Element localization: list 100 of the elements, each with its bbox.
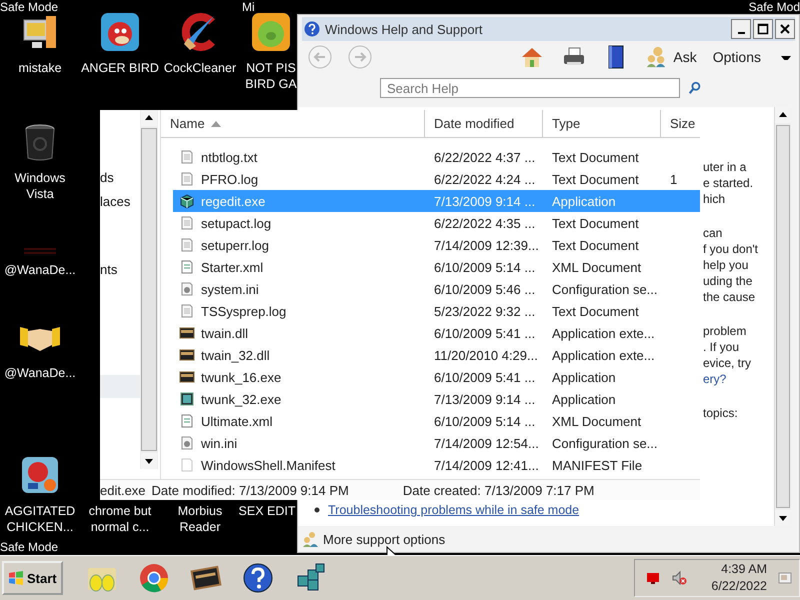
file-name: win.ini: [201, 436, 238, 450]
safe-mode-label: Safe Mode: [0, 540, 58, 554]
help-text: evice, try: [703, 355, 752, 371]
type-cell-text: Configuration se...: [551, 282, 659, 296]
file-row[interactable]: setuperr.log 7/14/2009 12:39... Text Document: [173, 234, 700, 256]
file-name: PFRO.log: [201, 172, 258, 186]
file-row[interactable]: TSSysprep.log 5/23/2022 9:32 ... Text Document: [173, 300, 700, 322]
desktop-icon-label[interactable]: ANGER BIRD: [81, 60, 159, 76]
date-cell-text: 7/13/2009 9:14 ...: [433, 194, 536, 208]
nav-item[interactable]: ds: [100, 170, 114, 185]
more-support-button[interactable]: More support options: [302, 531, 446, 547]
minimize-icon: [738, 32, 744, 34]
date-cell-text: 5/23/2022 9:32 ...: [433, 304, 536, 318]
help-text: problem: [703, 323, 748, 339]
settings-file-icon: [179, 435, 195, 451]
help-link[interactable]: ery?: [703, 371, 758, 387]
nav-item-highlight: [100, 375, 140, 398]
registry-cube-icon: [179, 193, 195, 209]
clock-date[interactable]: 6/22/2022: [711, 578, 767, 595]
help-text: e started.: [703, 175, 754, 191]
nav-item[interactable]: laces: [100, 194, 130, 209]
file-row[interactable]: twain.dll 6/10/2009 5:41 ... Application exte...: [173, 322, 700, 344]
file-row[interactable]: twain_32.dll 11/20/2010 4:29... Application exte...: [173, 344, 700, 366]
file-row[interactable]: ntbtlog.txt 6/22/2022 4:37 ... Text Document: [173, 146, 700, 168]
maximize-button[interactable]: [753, 19, 773, 39]
pig-icon: [251, 12, 291, 52]
file-name: WindowsShell.Manifest: [201, 458, 336, 472]
people-icon: [645, 46, 668, 68]
file-name: system.ini: [201, 282, 259, 296]
date-cell-text: 6/10/2009 5:14 ...: [433, 260, 536, 274]
search-field[interactable]: Search Help: [380, 78, 680, 98]
type-cell-text: Application exte...: [551, 348, 656, 362]
file-name: edit.exe: [100, 482, 146, 498]
type-cell-text: Text Document: [551, 150, 640, 164]
help-text: uter in a: [703, 159, 748, 175]
ask-button[interactable]: Ask: [645, 46, 697, 68]
help-text: uding the: [703, 273, 754, 289]
document-icon: [179, 413, 195, 429]
close-icon: [778, 22, 792, 36]
nav-item[interactable]: nts: [100, 262, 118, 277]
date-cell-text: 6/22/2022 4:37 ...: [433, 150, 536, 164]
file-row[interactable]: WindowsShell.Manifest 7/14/2009 12:41... MANIFEST File: [173, 454, 700, 476]
file-row[interactable]: win.ini 7/14/2009 12:54... Configuration se...: [173, 432, 700, 454]
speaker-muted-icon[interactable]: [671, 570, 688, 586]
desktop-icon-label[interactable]: @WanaDe...: [4, 262, 76, 278]
desktop-icon-label[interactable]: AGGITATED CHICKEN...: [0, 503, 80, 535]
date-cell-text: 11/20/2010 4:29...: [433, 348, 539, 362]
document-icon: [179, 237, 195, 253]
desktop-icon-label[interactable]: Windows Vista: [0, 170, 80, 202]
document-icon: [179, 457, 195, 473]
date-cell-text: 7/14/2009 12:41...: [433, 458, 540, 472]
desktop-icon-label[interactable]: mistake: [18, 60, 62, 76]
file-row[interactable]: setupact.log 6/22/2022 4:35 ... Text Document: [173, 212, 700, 234]
help-icon: [304, 21, 320, 37]
file-row[interactable]: twunk_32.exe 7/13/2009 9:14 ... Application: [173, 388, 700, 410]
file-name: regedit.exe: [201, 194, 266, 208]
type-cell-text: XML Document: [551, 260, 642, 274]
date-cell-text: 6/10/2009 5:46 ...: [433, 282, 536, 296]
desktop-icon-label[interactable]: Morbius Reader: [160, 503, 240, 535]
safe-mode-label: Safe Mode: [0, 0, 58, 14]
desktop-icon-label[interactable]: chrome but normal c...: [80, 503, 160, 535]
close-button[interactable]: [775, 19, 795, 39]
bird-icon: [100, 12, 140, 52]
file-name: TSSysprep.log: [201, 304, 286, 318]
help-text: can: [703, 225, 724, 241]
file-row[interactable]: Starter.xml 6/10/2009 5:14 ... XML Document: [173, 256, 700, 278]
clock-time[interactable]: 4:39 AM: [721, 561, 767, 578]
troubleshooting-link[interactable]: Troubleshooting problems while in safe mode: [328, 503, 580, 517]
file-name: twunk_16.exe: [201, 370, 282, 384]
date-cell-text: 6/10/2009 5:41 ...: [433, 326, 536, 340]
file-row[interactable]: Ultimate.xml 6/10/2009 5:14 ... XML Document: [173, 410, 700, 432]
date-cell-text: 7/13/2009 9:14 ...: [433, 392, 536, 406]
scroll-up-icon[interactable]: [141, 110, 157, 126]
monitor-icon[interactable]: [645, 570, 662, 586]
document-icon: [179, 303, 195, 319]
file-row[interactable]: twunk_16.exe 6/10/2009 5:41 ... Application: [173, 366, 700, 388]
date-cell-text: 6/22/2022 4:24 ...: [433, 172, 536, 186]
nav-scrollbar[interactable]: [140, 110, 158, 469]
start-button[interactable]: Start: [2, 561, 63, 595]
help-text: topics:: [703, 405, 739, 421]
type-cell-text: Text Document: [551, 238, 640, 252]
document-icon: [179, 149, 195, 165]
file-row[interactable]: system.ini 6/10/2009 5:46 ... Configuration se...: [173, 278, 700, 300]
desktop-icon-label[interactable]: NOT PIS BIRD GA: [245, 60, 297, 92]
faint-icon: [24, 248, 56, 254]
desktop-icon-label[interactable]: CockCleaner: [164, 60, 236, 76]
file-name: twunk_32.exe: [201, 392, 282, 406]
options-menu[interactable]: Options: [712, 49, 791, 65]
window-title: Windows Help and Support: [325, 22, 484, 36]
people-icon: [302, 531, 318, 547]
scroll-down-icon[interactable]: [141, 453, 157, 469]
date-cell-text: 7/14/2009 12:54...: [433, 436, 540, 450]
file-row[interactable]: PFRO.log 6/22/2022 4:24 ... Text Document 1: [173, 168, 700, 190]
scanner-app-icon: [179, 391, 195, 407]
desktop-icon-label[interactable]: SEX EDIT: [238, 503, 296, 519]
minimize-button[interactable]: [731, 19, 751, 39]
date-cell-text: 7/14/2009 12:39...: [433, 238, 540, 252]
desktop-icon-label[interactable]: @WanaDe...: [4, 365, 76, 381]
search-icon[interactable]: [688, 81, 702, 95]
file-name: setuperr.log: [201, 238, 269, 252]
